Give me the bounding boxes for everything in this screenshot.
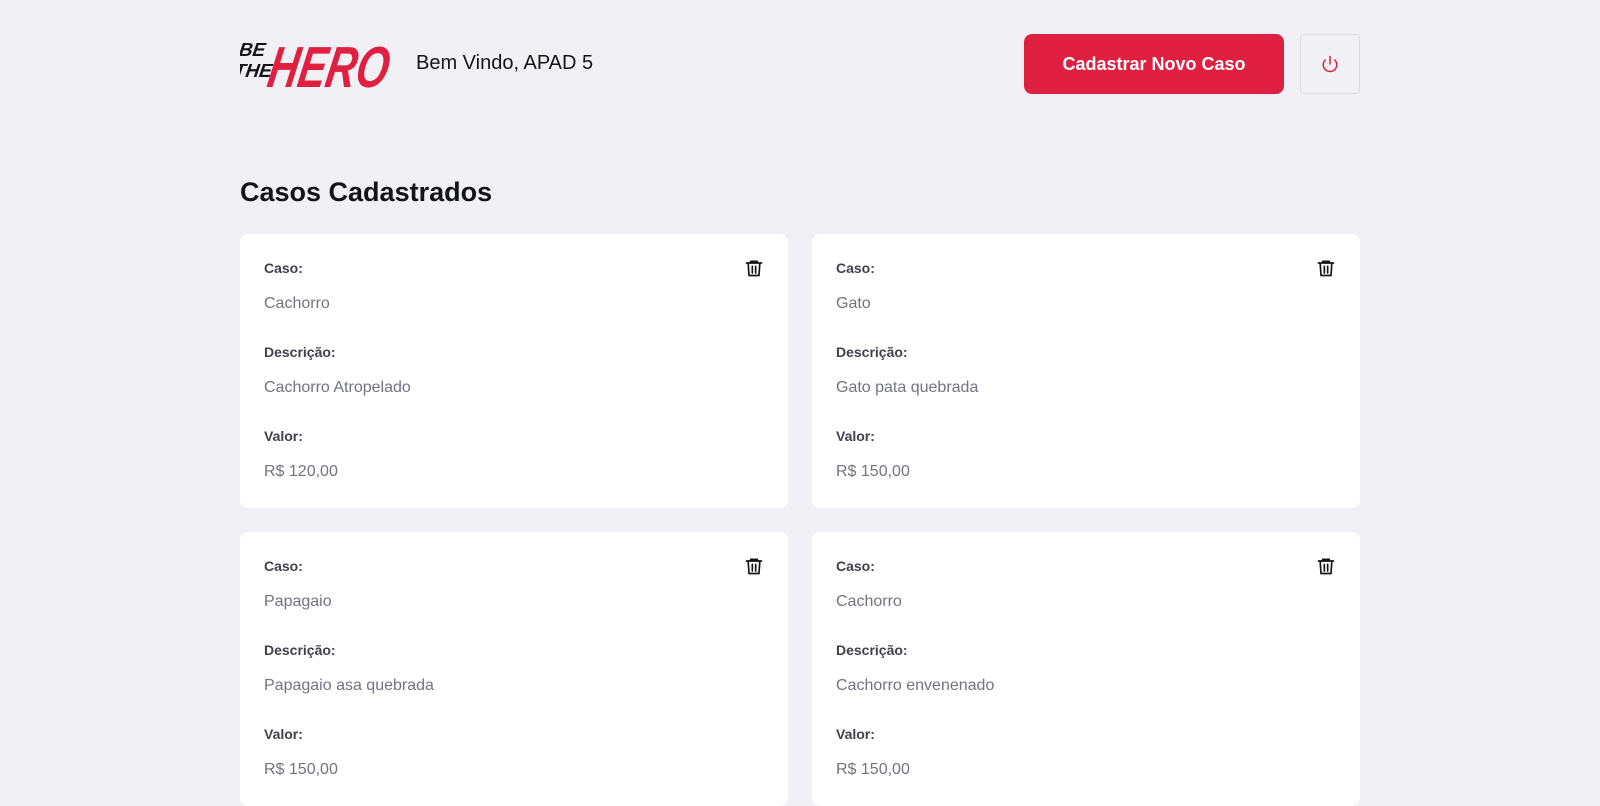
logo-text-hero: HERO [263,35,392,95]
description-label: Descrição: [264,642,336,658]
case-description: Gato pata quebrada [836,379,979,396]
be-the-hero-logo: BE THE HERO [240,35,392,95]
case-title: Cachorro [836,593,902,610]
description-label: Descrição: [836,642,908,658]
value-label: Valor: [264,428,303,444]
trash-icon [745,558,763,575]
trash-icon [1317,558,1335,575]
case-label: Caso: [264,558,303,574]
trash-icon [1317,260,1335,277]
power-icon [1322,55,1338,73]
description-label: Descrição: [836,344,908,360]
case-label: Caso: [264,260,303,276]
delete-case-button[interactable] [742,256,766,280]
delete-case-button[interactable] [742,554,766,578]
value-label: Valor: [836,428,875,444]
new-case-button[interactable]: Cadastrar Novo Caso [1024,34,1284,94]
case-label: Caso: [836,260,875,276]
description-label: Descrição: [264,344,336,360]
page-header: BE THE HERO Bem Vindo, APAD 5 Cadastrar … [240,32,1360,95]
case-value: R$ 150,00 [836,463,910,480]
trash-icon [745,260,763,277]
case-title: Gato [836,295,871,312]
case-value: R$ 120,00 [264,463,338,480]
case-value: R$ 150,00 [836,761,910,778]
cases-list: Caso: Cachorro Descrição: Cachorro Atrop… [240,234,1360,806]
case-label: Caso: [836,558,875,574]
value-label: Valor: [264,726,303,742]
delete-case-button[interactable] [1314,554,1338,578]
logout-button[interactable] [1300,34,1360,94]
page-title: Casos Cadastrados [240,177,493,207]
case-description: Cachorro Atropelado [264,379,411,396]
case-card: Caso: Gato Descrição: Gato pata quebrada… [812,234,1360,508]
welcome-text: Bem Vindo, APAD 5 [416,51,594,74]
case-description: Cachorro envenenado [836,677,995,694]
case-description: Papagaio asa quebrada [264,677,434,694]
logo-text-be: BE [240,40,268,61]
case-card: Caso: Papagaio Descrição: Papagaio asa q… [240,532,788,806]
new-case-button-label: Cadastrar Novo Caso [1062,53,1246,74]
case-value: R$ 150,00 [264,761,338,778]
value-label: Valor: [836,726,875,742]
case-title: Papagaio [264,593,332,610]
case-title: Cachorro [264,295,330,312]
case-card: Caso: Cachorro Descrição: Cachorro Atrop… [240,234,788,508]
delete-case-button[interactable] [1314,256,1338,280]
case-card: Caso: Cachorro Descrição: Cachorro enven… [812,532,1360,806]
